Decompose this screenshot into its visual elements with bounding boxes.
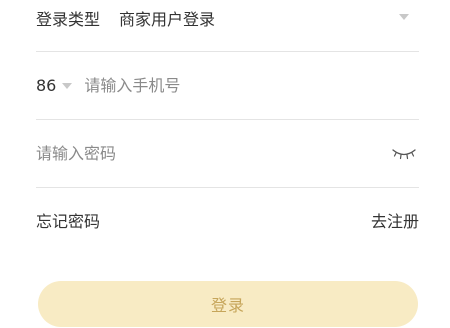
phone-row: 86 (36, 52, 419, 120)
auth-links: 忘记密码 去注册 (36, 206, 419, 234)
register-link[interactable]: 去注册 (371, 208, 419, 232)
password-row (36, 120, 419, 188)
password-input[interactable] (36, 144, 376, 163)
login-type-select[interactable]: 登录类型 商家用户登录 (36, 0, 419, 52)
login-button[interactable]: 登录 (38, 281, 418, 327)
login-form: 登录类型 商家用户登录 86 忘记密码 去注册 登录 (36, 0, 419, 328)
eye-closed-icon[interactable] (391, 144, 417, 164)
eye-closed-icon-svg (392, 149, 416, 160)
login-type-value[interactable]: 商家用户登录 (119, 6, 215, 30)
country-code[interactable]: 86 (36, 76, 56, 95)
login-type-label: 登录类型 (36, 9, 101, 29)
forgot-password-link[interactable]: 忘记密码 (36, 208, 100, 232)
chevron-down-icon[interactable] (399, 14, 409, 20)
chevron-down-icon[interactable] (62, 83, 73, 89)
phone-input[interactable] (84, 76, 375, 95)
